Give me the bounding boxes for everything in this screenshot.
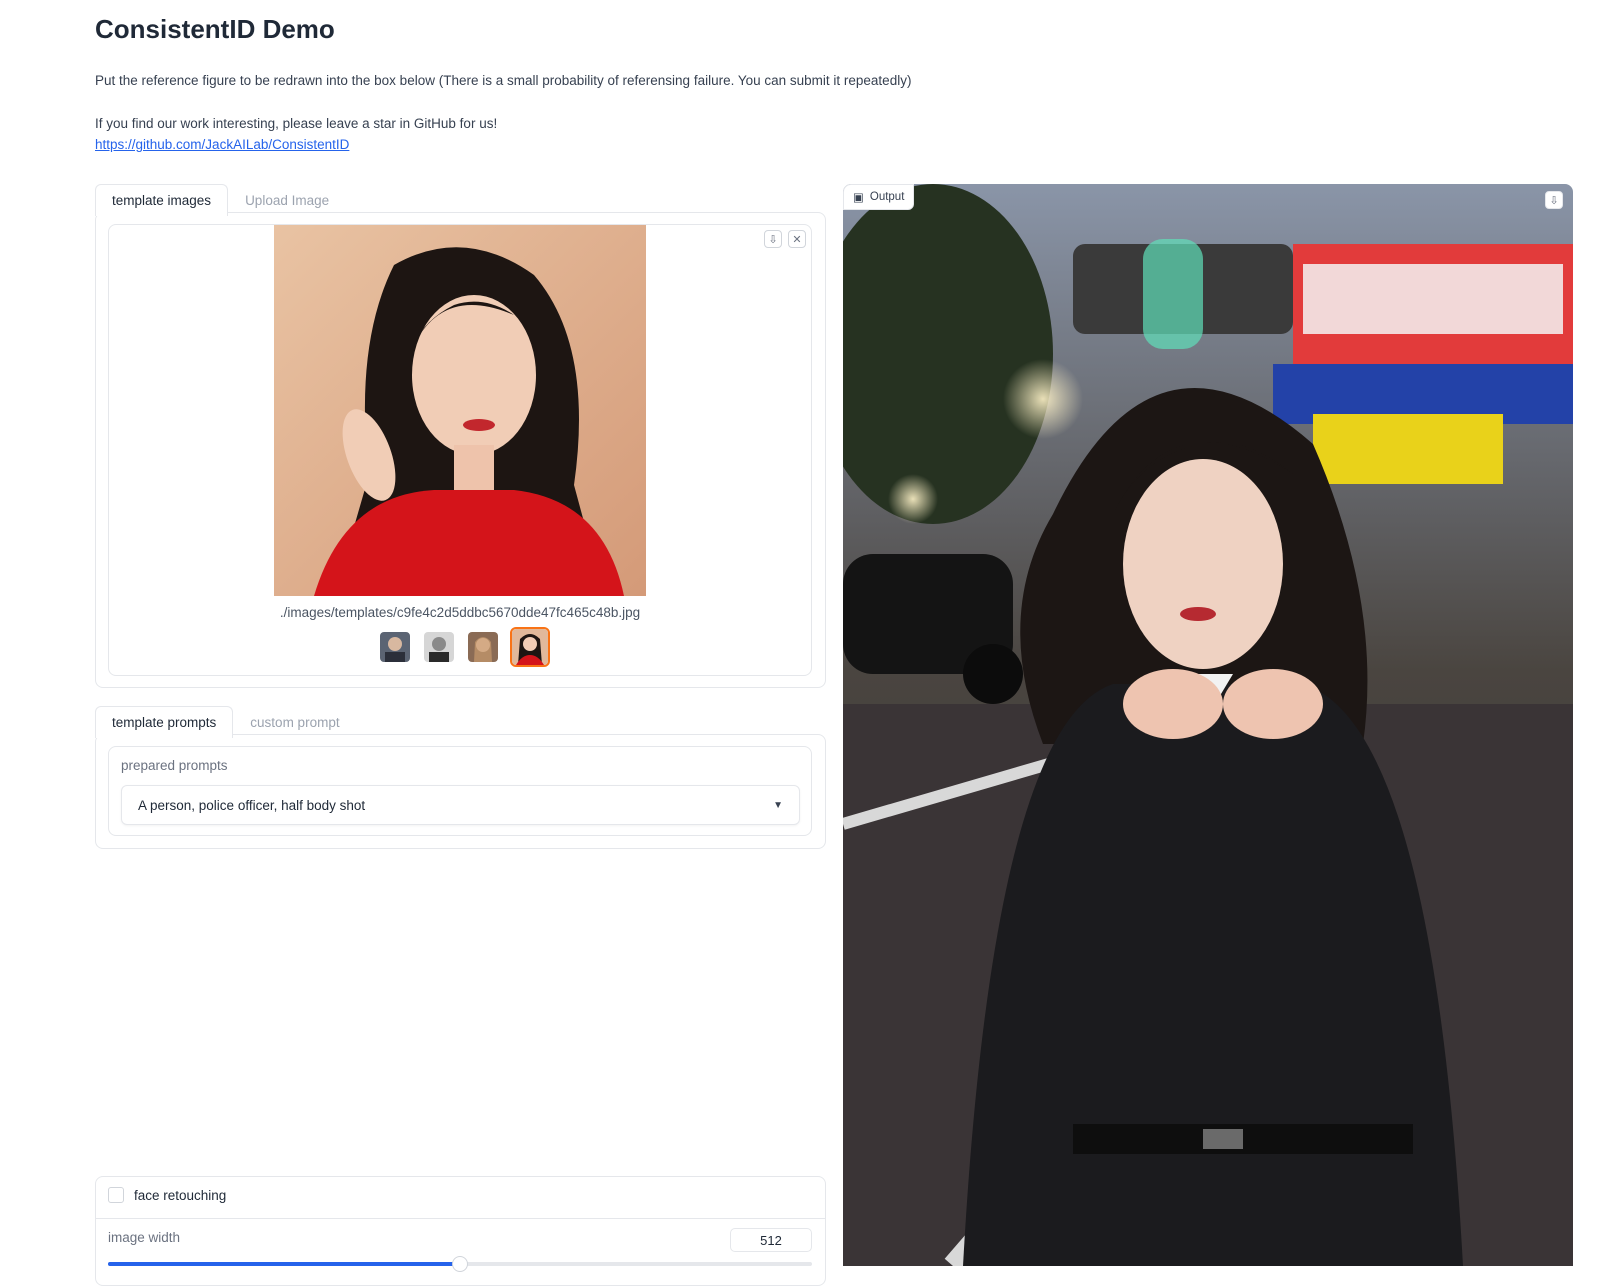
template-filename: ./images/templates/c9fe4c2d5ddbc5670dde4…	[279, 605, 641, 620]
image-tabs: template images Upload Image	[95, 184, 346, 216]
image-width-slider-fill	[108, 1262, 460, 1266]
intro-instructions: Put the reference figure to be redrawn i…	[95, 73, 912, 88]
image-width-slider-handle[interactable]	[452, 1256, 468, 1272]
download-icon[interactable]: ⇩	[764, 230, 782, 248]
thumbnail-template-4[interactable]	[510, 627, 550, 667]
prepared-prompts-label: prepared prompts	[121, 758, 228, 773]
intro-star-request: If you find our work interesting, please…	[95, 116, 498, 131]
image-width-label: image width	[108, 1230, 181, 1245]
dropdown-selected-value: A person, police officer, half body shot	[138, 797, 366, 813]
prompt-tabs: template prompts custom prompt	[95, 706, 357, 738]
tab-template-prompts[interactable]: template prompts	[95, 706, 234, 738]
tab-custom-prompt[interactable]: custom prompt	[233, 706, 356, 738]
close-icon[interactable]: ✕	[788, 230, 806, 248]
intro-text: Put the reference figure to be redrawn i…	[95, 73, 911, 152]
tab-template-images[interactable]: template images	[95, 184, 229, 216]
output-download-icon[interactable]: ⇩	[1545, 191, 1563, 209]
face-retouching-checkbox[interactable]	[108, 1187, 124, 1203]
thumbnail-template-3[interactable]	[466, 630, 500, 664]
thumbnail-template-1[interactable]	[378, 630, 412, 664]
output-label-text: Output	[869, 191, 905, 203]
github-link[interactable]: https://github.com/JackAILab/ConsistentI…	[95, 137, 349, 152]
face-retouching-row[interactable]: face retouching	[108, 1187, 226, 1203]
page-title: ConsistentID Demo	[95, 14, 335, 44]
selected-template-image	[274, 225, 646, 596]
face-retouching-label: face retouching	[134, 1187, 227, 1203]
image-icon: ▣	[853, 192, 864, 204]
settings-divider	[96, 1218, 825, 1219]
image-width-input[interactable]: 512	[730, 1228, 812, 1252]
output-label: ▣ Output	[843, 184, 915, 210]
tab-upload-image[interactable]: Upload Image	[228, 184, 346, 216]
thumbnail-template-2[interactable]	[422, 630, 456, 664]
template-thumbnails	[378, 627, 550, 667]
output-image	[843, 184, 1573, 1266]
caret-down-icon: ▼	[773, 799, 783, 811]
prepared-prompts-dropdown[interactable]: A person, police officer, half body shot…	[121, 785, 800, 825]
